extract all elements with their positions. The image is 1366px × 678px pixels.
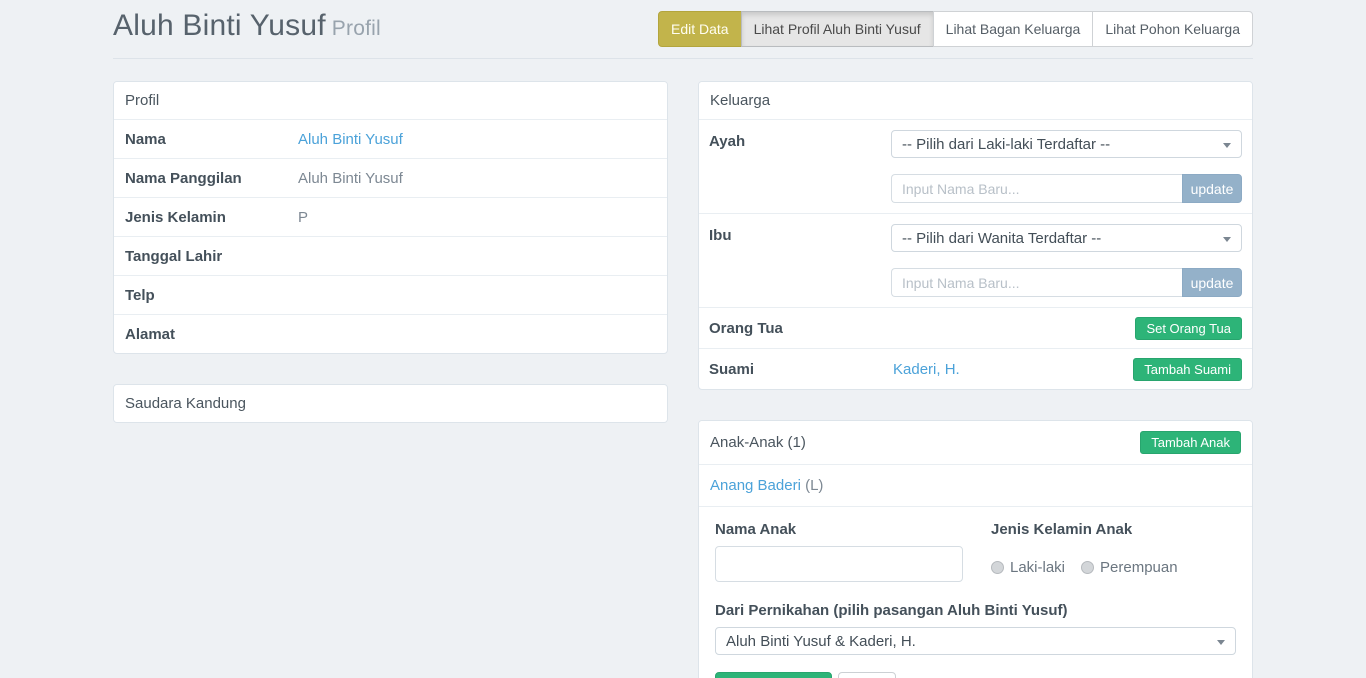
saudara-kandung-panel-title: Saudara Kandung [125,395,246,412]
ibu-select-value: -- Pilih dari Wanita Terdaftar -- [902,230,1101,247]
profil-panel: Profil Nama Aluh Binti Yusuf Nama Panggi… [113,81,668,354]
suami-label: Suami [709,361,893,378]
dari-pernikahan-label: Dari Pernikahan (pilih pasangan Aluh Bin… [715,602,1236,619]
ibu-input-group: update [891,268,1242,297]
anak-anak-panel: Anak-Anak (1) Tambah Anak Anang Baderi (… [698,420,1253,678]
table-row: Nama Aluh Binti Yusuf [114,119,667,158]
list-item: Anang Baderi (L) [699,464,1252,506]
radio-laki-laki[interactable]: Laki-laki [991,559,1065,576]
edit-data-button[interactable]: Edit Data [658,11,742,47]
nama-value-link[interactable]: Aluh Binti Yusuf [298,131,403,148]
profil-table: Nama Aluh Binti Yusuf Nama Panggilan Alu… [114,119,667,353]
jenis-kelamin-value: P [298,199,667,236]
orang-tua-row: Orang Tua Set Orang Tua [699,307,1252,348]
person-name: Aluh Binti Yusuf [113,9,326,42]
telp-value [298,285,667,305]
child-name-link[interactable]: Anang Baderi [710,477,801,494]
nama-panggilan-value: Aluh Binti Yusuf [298,160,667,197]
tambah-anak-submit-button[interactable]: Tambah Anak [715,672,832,678]
table-row: Alamat [114,314,667,353]
ayah-label: Ayah [709,130,891,203]
lihat-bagan-keluarga-button[interactable]: Lihat Bagan Keluarga [933,11,1094,47]
header-divider [113,58,1253,59]
field-label-nama: Nama [114,121,298,158]
table-row: Jenis Kelamin P [114,197,667,236]
profil-panel-title: Profil [125,92,159,109]
page-title: Aluh Binti Yusuf Profil [113,6,381,49]
suami-row: Suami Kaderi, H. Tambah Suami [699,348,1252,389]
ayah-select-value: -- Pilih dari Laki-laki Terdaftar -- [902,136,1110,153]
ibu-label: Ibu [709,224,891,297]
profil-panel-header: Profil [114,82,667,119]
field-label-alamat: Alamat [114,316,298,353]
chevron-down-icon [1223,143,1231,148]
nama-anak-input[interactable] [715,546,963,582]
ayah-update-button[interactable]: update [1182,174,1242,203]
saudara-kandung-panel: Saudara Kandung [113,384,668,423]
keluarga-panel-title: Keluarga [710,92,770,109]
child-gender-suffix: (L) [801,477,824,494]
chevron-down-icon [1223,237,1231,242]
dari-pernikahan-select[interactable]: Aluh Binti Yusuf & Kaderi, H. [715,627,1236,655]
field-label-jenis-kelamin: Jenis Kelamin [114,199,298,236]
radio-icon [1081,561,1094,574]
anak-anak-panel-header: Anak-Anak (1) Tambah Anak [699,421,1252,464]
table-row: Nama Panggilan Aluh Binti Yusuf [114,158,667,197]
chevron-down-icon [1217,640,1225,645]
page-subtitle: Profil [332,17,381,40]
field-label-telp: Telp [114,277,298,314]
tanggal-lahir-value [298,246,667,266]
dari-pernikahan-select-value: Aluh Binti Yusuf & Kaderi, H. [726,633,916,650]
right-column: Keluarga Ayah -- Pilih dari Laki-laki Te… [698,81,1253,678]
field-label-nama-panggilan: Nama Panggilan [114,160,298,197]
radio-perempuan-label: Perempuan [1100,559,1178,576]
suami-value-link[interactable]: Kaderi, H. [893,361,960,378]
orang-tua-label: Orang Tua [709,320,893,337]
ayah-row: Ayah -- Pilih dari Laki-laki Terdaftar -… [699,119,1252,213]
ayah-select[interactable]: -- Pilih dari Laki-laki Terdaftar -- [891,130,1242,158]
gender-radio-group: Laki-laki Perempuan [991,559,1236,576]
radio-perempuan[interactable]: Perempuan [1081,559,1178,576]
set-orang-tua-button[interactable]: Set Orang Tua [1135,317,1242,340]
table-row: Telp [114,275,667,314]
nama-anak-label: Nama Anak [715,521,963,538]
ibu-nama-baru-input[interactable] [891,268,1182,297]
lihat-profil-button[interactable]: Lihat Profil Aluh Binti Yusuf [741,11,934,47]
page-header: Aluh Binti Yusuf Profil Edit Data Lihat P… [113,0,1253,49]
left-column: Profil Nama Aluh Binti Yusuf Nama Panggi… [113,81,668,453]
anak-anak-panel-title: Anak-Anak (1) [710,434,806,451]
add-child-form: Nama Anak Jenis Kelamin Anak Laki-laki [699,506,1252,678]
keluarga-panel-header: Keluarga [699,82,1252,119]
view-toolbar: Edit Data Lihat Profil Aluh Binti Yusuf … [658,11,1253,47]
ayah-nama-baru-input[interactable] [891,174,1182,203]
saudara-kandung-panel-header: Saudara Kandung [114,385,667,422]
ibu-row: Ibu -- Pilih dari Wanita Terdaftar -- up… [699,213,1252,307]
keluarga-panel: Keluarga Ayah -- Pilih dari Laki-laki Te… [698,81,1253,390]
table-row: Tanggal Lahir [114,236,667,275]
alamat-value [298,324,667,344]
ibu-select[interactable]: -- Pilih dari Wanita Terdaftar -- [891,224,1242,252]
ibu-update-button[interactable]: update [1182,268,1242,297]
field-label-tanggal-lahir: Tanggal Lahir [114,238,298,275]
tambah-anak-header-button[interactable]: Tambah Anak [1140,431,1241,454]
lihat-pohon-keluarga-button[interactable]: Lihat Pohon Keluarga [1092,11,1253,47]
jenis-kelamin-anak-label: Jenis Kelamin Anak [991,521,1236,538]
batal-button[interactable]: Batal [838,672,896,678]
radio-icon [991,561,1004,574]
ayah-input-group: update [891,174,1242,203]
radio-laki-laki-label: Laki-laki [1010,559,1065,576]
tambah-suami-button[interactable]: Tambah Suami [1133,358,1242,381]
page-container: Aluh Binti Yusuf Profil Edit Data Lihat P… [113,0,1253,678]
form-actions: Tambah Anak Batal [715,672,1236,678]
